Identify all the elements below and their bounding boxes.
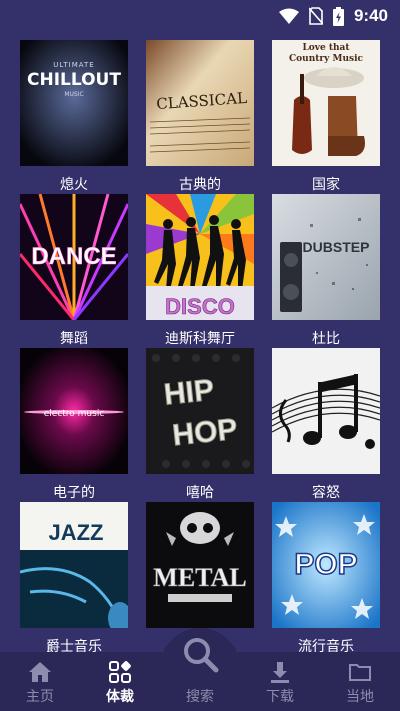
- grid-icon: [108, 660, 132, 684]
- genre-cover-chillout[interactable]: ULTIMATE CHILLOUT MUSIC: [20, 40, 128, 166]
- genre-label: 迪斯科舞厅: [165, 331, 235, 347]
- genre-label: 古典的: [179, 177, 221, 193]
- clock: 9:40: [353, 6, 388, 25]
- home-icon: [28, 660, 52, 684]
- jazz-cover-text: JAZZ: [49, 520, 104, 545]
- tab-home[interactable]: 主页: [0, 652, 80, 711]
- genre-tile-hiphop[interactable]: HIP HOP 嘻哈: [146, 348, 254, 502]
- genre-tile-electro[interactable]: electro music 电子的: [20, 348, 128, 502]
- genre-tile-chillout[interactable]: ULTIMATE CHILLOUT MUSIC 熄火: [20, 40, 128, 194]
- genre-tile-dance[interactable]: DANCE 舞蹈: [20, 194, 128, 348]
- genre-cover-disco[interactable]: DISCO: [146, 194, 254, 320]
- chillout-cover-text-3: MUSIC: [64, 91, 83, 98]
- tab-genre-label: 体裁: [106, 689, 134, 705]
- chillout-cover-text-2: CHILLOUT: [27, 70, 121, 90]
- wifi-icon: [278, 8, 299, 24]
- genre-cover-rage[interactable]: [272, 348, 380, 474]
- genre-cover-dance[interactable]: DANCE: [20, 194, 128, 320]
- tab-search[interactable]: 搜索: [160, 628, 240, 711]
- electro-cover-text: electro music: [44, 409, 105, 419]
- tab-search-label: 搜索: [186, 689, 214, 705]
- status-bar: 9:40: [0, 0, 400, 32]
- genre-grid: ULTIMATE CHILLOUT MUSIC 熄火 CLASSICAL 古典的: [0, 40, 400, 652]
- genre-tile-disco[interactable]: DISCO 迪斯科舞厅: [146, 194, 254, 348]
- disco-cover-text: DISCO: [165, 294, 235, 319]
- genre-cover-dubstep[interactable]: DUBSTEP: [272, 194, 380, 320]
- hiphop-cover-text-1: HIP: [162, 374, 215, 412]
- genre-tile-pop[interactable]: POP 流行音乐: [272, 502, 380, 652]
- no-sim-icon: [308, 7, 323, 25]
- genre-label: 嘻哈: [186, 485, 214, 501]
- search-icon: [180, 634, 220, 674]
- genre-cover-jazz[interactable]: JAZZ: [20, 502, 128, 628]
- country-cover-text-1: Love that: [302, 43, 350, 53]
- battery-charging-icon: [332, 6, 344, 26]
- genre-cover-pop[interactable]: POP: [272, 502, 380, 628]
- dance-cover-text: DANCE: [31, 243, 116, 270]
- genre-cover-electro[interactable]: electro music: [20, 348, 128, 474]
- folder-icon: [348, 660, 372, 684]
- genre-label: 流行音乐: [298, 639, 354, 652]
- tab-home-label: 主页: [26, 689, 54, 705]
- genre-cover-hiphop[interactable]: HIP HOP: [146, 348, 254, 474]
- genre-label: 熄火: [60, 177, 88, 193]
- genre-tile-classical[interactable]: CLASSICAL 古典的: [146, 40, 254, 194]
- tab-genre[interactable]: 体裁: [80, 652, 160, 711]
- tab-download-label: 下载: [266, 689, 294, 705]
- download-icon: [268, 660, 292, 684]
- genre-label: 爵士音乐: [46, 639, 102, 652]
- genre-cover-country[interactable]: Love that Country Music: [272, 40, 380, 166]
- chillout-cover-text-1: ULTIMATE: [53, 61, 94, 69]
- country-cover-text-2: Country Music: [289, 54, 364, 64]
- tab-local-label: 当地: [346, 689, 374, 705]
- genre-tile-jazz[interactable]: JAZZ 爵士音乐: [20, 502, 128, 652]
- dubstep-cover-text: DUBSTEP: [303, 239, 370, 255]
- genre-cover-classical[interactable]: CLASSICAL: [146, 40, 254, 166]
- tab-download[interactable]: 下载: [240, 652, 320, 711]
- genre-label: 容怒: [312, 485, 340, 501]
- hiphop-cover-text-2: HOP: [171, 413, 239, 453]
- genre-tile-rage[interactable]: 容怒: [272, 348, 380, 502]
- metal-cover-text: METAL: [153, 563, 246, 592]
- genre-label: 杜比: [312, 331, 340, 347]
- genre-tile-country[interactable]: Love that Country Music 国家: [272, 40, 380, 194]
- tab-local[interactable]: 当地: [320, 652, 400, 711]
- genre-tile-dubstep[interactable]: DUBSTEP 杜比: [272, 194, 380, 348]
- genre-label: 电子的: [53, 485, 95, 501]
- genre-label: 舞蹈: [60, 331, 88, 347]
- pop-cover-text: POP: [294, 548, 357, 581]
- genre-label: 国家: [312, 177, 340, 193]
- genre-cover-metal[interactable]: METAL: [146, 502, 254, 628]
